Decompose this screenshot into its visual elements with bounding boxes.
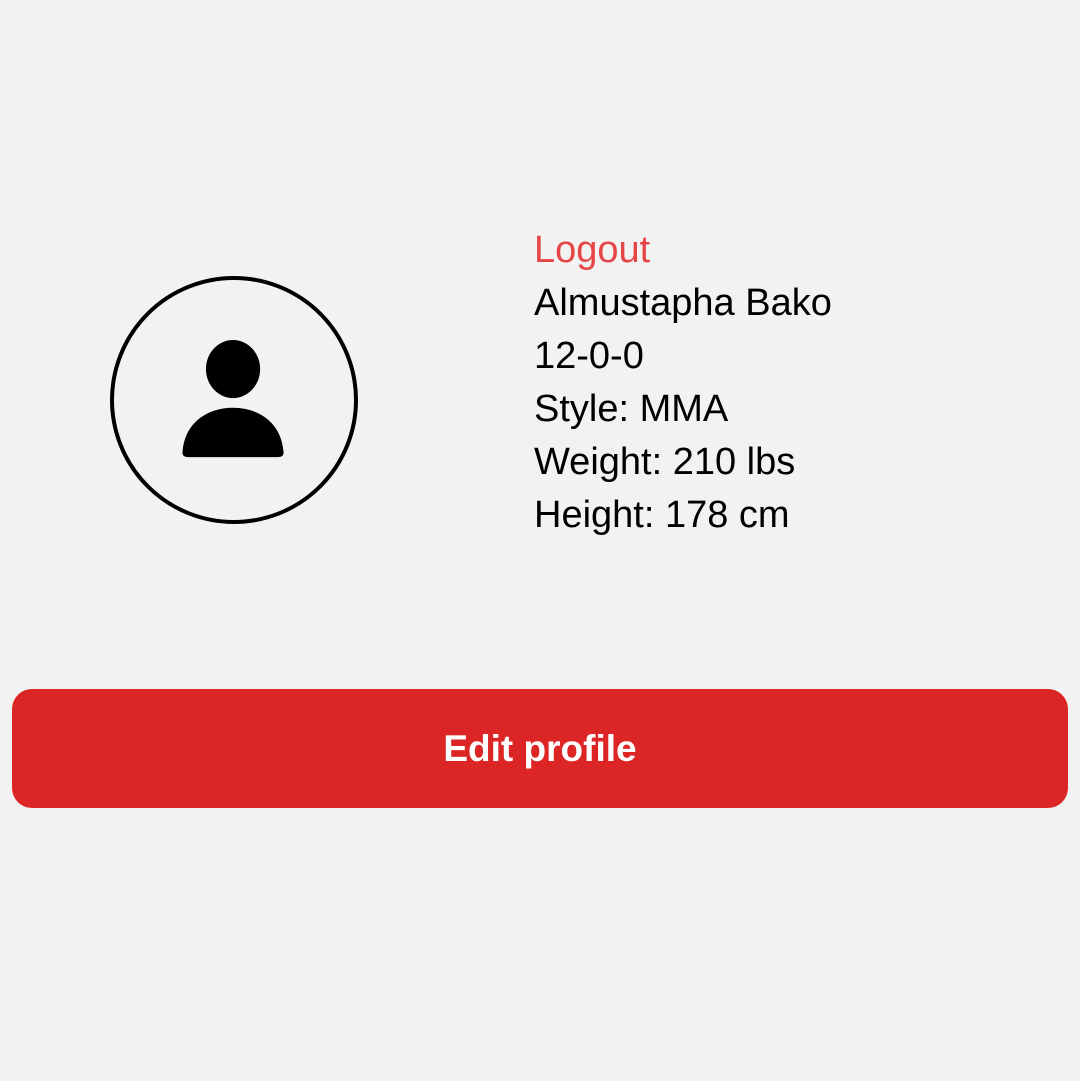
fighter-name: Almustapha Bako [534,282,832,324]
fighting-style: Style: MMA [534,388,729,430]
edit-profile-button[interactable]: Edit profile [12,689,1068,808]
person-icon [182,340,284,458]
profile-avatar [110,276,358,524]
logout-link[interactable]: Logout [534,224,1054,277]
profile-info: Logout Almustapha Bako 12-0-0 Style: MMA… [534,224,1054,542]
fighter-height: Height: 178 cm [534,494,790,536]
fight-record: 12-0-0 [534,335,644,377]
fighter-weight: Weight: 210 lbs [534,441,796,483]
